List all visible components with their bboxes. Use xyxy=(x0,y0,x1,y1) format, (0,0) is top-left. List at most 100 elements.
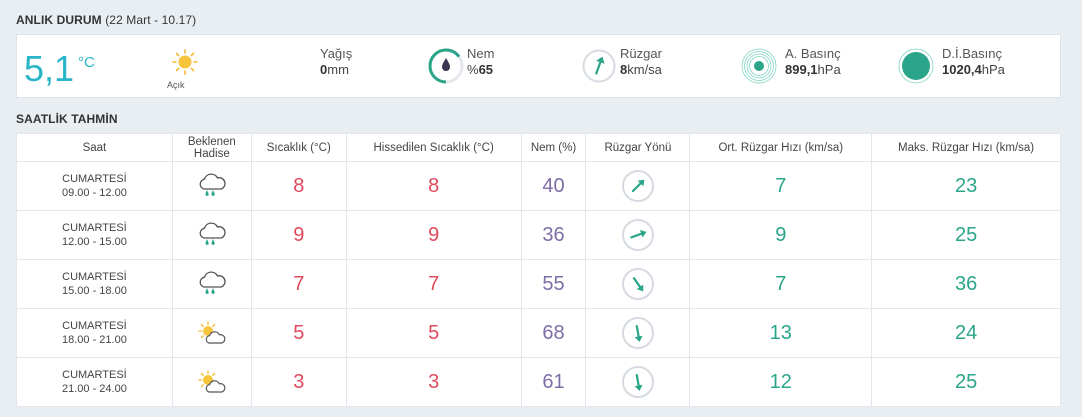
humidity-label: Nem xyxy=(467,46,495,61)
wind-arrow-icon xyxy=(621,366,654,398)
header-maks-ruzgar: Maks. Rüzgar Hızı (km/sa) xyxy=(871,133,1061,162)
row-avg-wind: 7 xyxy=(689,161,873,211)
row-time-cell: CUMARTESİ 18.00 - 21.00 xyxy=(16,308,173,358)
current-conditions-panel: 5,1 °C Açık Yağış 0mm Nem %65 Rüzgar 8km… xyxy=(16,34,1061,98)
wind-direction-icon xyxy=(582,49,616,83)
row-time-cell: CUMARTESİ 09.00 - 12.00 xyxy=(16,161,173,211)
partly-cloudy-icon xyxy=(198,321,226,344)
row-time: 12.00 - 15.00 xyxy=(62,236,127,248)
row-day: CUMARTESİ xyxy=(62,173,127,185)
current-title: ANLIK DURUM xyxy=(16,13,102,27)
row-wind-direction xyxy=(585,357,691,407)
row-max-wind: 24 xyxy=(871,308,1061,358)
row-icon-cell xyxy=(171,161,252,211)
row-humidity: 36 xyxy=(520,210,587,260)
sea-level-pressure-label: D.İ.Basınç xyxy=(942,46,1002,61)
sea-level-pressure-metric: D.İ.Basınç 1020,4hPa xyxy=(942,46,1005,77)
row-wind-direction xyxy=(585,210,691,260)
row-feels-like: 9 xyxy=(345,210,522,260)
row-feels-like: 3 xyxy=(345,357,522,407)
header-hadise-line1: Beklenen xyxy=(187,135,236,148)
row-max-wind: 25 xyxy=(871,210,1061,260)
row-wind-direction xyxy=(585,259,691,309)
row-time-cell: CUMARTESİ 21.00 - 24.00 xyxy=(16,357,173,407)
row-time: 15.00 - 18.00 xyxy=(62,285,127,297)
precipitation-label: Yağış xyxy=(320,46,353,61)
hourly-forecast-table: Saat Beklenen Hadise Sıcaklık (°C) Hissed… xyxy=(16,133,1061,407)
row-day: CUMARTESİ xyxy=(62,320,127,332)
rain-cloud-icon xyxy=(199,271,226,294)
current-subtitle: (22 Mart - 10.17) xyxy=(105,13,197,27)
current-temperature: 5,1 °C xyxy=(24,48,95,90)
row-humidity: 40 xyxy=(520,161,587,211)
row-humidity: 55 xyxy=(520,259,587,309)
partly-cloudy-icon xyxy=(198,370,226,393)
row-temperature: 7 xyxy=(250,259,347,309)
row-day: CUMARTESİ xyxy=(62,271,127,283)
row-temperature: 8 xyxy=(250,161,347,211)
row-icon-cell xyxy=(171,308,252,358)
row-avg-wind: 9 xyxy=(689,210,873,260)
header-saat: Saat xyxy=(16,133,173,162)
humidity-prefix: % xyxy=(467,62,479,77)
pressure-value: 899,1 xyxy=(785,62,818,77)
sea-level-pressure-icon xyxy=(898,48,934,84)
row-icon-cell xyxy=(171,357,252,407)
wind-unit: km/sa xyxy=(627,62,662,77)
wind-arrow-icon xyxy=(621,268,654,300)
header-ruzgar-yonu: Rüzgar Yönü xyxy=(585,133,691,162)
humidity-gauge-icon xyxy=(428,48,464,84)
current-temperature-unit: °C xyxy=(78,54,95,71)
precipitation-unit: mm xyxy=(327,62,349,77)
header-hadise-line2: Hadise xyxy=(193,147,230,160)
table-row: CUMARTESİ 18.00 - 21.00 5 5 68 13 24 xyxy=(16,308,1061,358)
current-condition-label: Açık xyxy=(167,80,185,90)
row-wind-direction xyxy=(585,161,691,211)
table-row: CUMARTESİ 21.00 - 24.00 3 3 61 12 25 xyxy=(16,357,1061,407)
row-icon-cell xyxy=(171,210,252,260)
row-time: 21.00 - 24.00 xyxy=(62,383,127,395)
table-row: CUMARTESİ 12.00 - 15.00 9 9 36 9 25 xyxy=(16,210,1061,260)
rain-cloud-icon xyxy=(199,173,226,196)
wind-label: Rüzgar xyxy=(620,46,662,61)
row-day: CUMARTESİ xyxy=(62,369,127,381)
wind-metric: Rüzgar 8km/sa xyxy=(620,46,662,77)
header-nem: Nem (%) xyxy=(520,133,587,162)
row-max-wind: 25 xyxy=(871,357,1061,407)
header-hadise: Beklenen Hadise xyxy=(171,133,252,162)
header-sicaklik: Sıcaklık (°C) xyxy=(250,133,347,162)
table-row: CUMARTESİ 15.00 - 18.00 7 7 55 7 36 xyxy=(16,259,1061,309)
humidity-metric: Nem %65 xyxy=(467,46,494,77)
row-temperature: 5 xyxy=(250,308,347,358)
rain-cloud-icon xyxy=(199,222,226,245)
pressure-unit: hPa xyxy=(817,62,841,77)
pressure-icon xyxy=(741,48,777,84)
pressure-metric: A. Basınç 899,1hPa xyxy=(785,46,841,77)
pressure-label: A. Basınç xyxy=(785,46,841,61)
sea-level-pressure-unit: hPa xyxy=(981,62,1005,77)
sun-icon xyxy=(172,49,198,75)
row-day: CUMARTESİ xyxy=(62,222,127,234)
sea-level-pressure-value: 1020,4 xyxy=(942,62,982,77)
row-temperature: 9 xyxy=(250,210,347,260)
humidity-value: 65 xyxy=(478,62,494,77)
row-feels-like: 8 xyxy=(345,161,522,211)
row-time: 09.00 - 12.00 xyxy=(62,187,127,199)
table-row: CUMARTESİ 09.00 - 12.00 8 8 40 7 23 xyxy=(16,161,1061,211)
row-time-cell: CUMARTESİ 15.00 - 18.00 xyxy=(16,259,173,309)
row-feels-like: 5 xyxy=(345,308,522,358)
header-ort-ruzgar: Ort. Rüzgar Hızı (km/sa) xyxy=(689,133,873,162)
current-temperature-value: 5,1 xyxy=(24,48,75,89)
row-max-wind: 36 xyxy=(871,259,1061,309)
row-avg-wind: 12 xyxy=(689,357,873,407)
row-max-wind: 23 xyxy=(871,161,1061,211)
precipitation-metric: Yağış 0mm xyxy=(320,46,352,77)
row-avg-wind: 7 xyxy=(689,259,873,309)
wind-arrow-icon xyxy=(621,170,654,202)
header-hissedilen: Hissedilen Sıcaklık (°C) xyxy=(345,133,522,162)
row-time: 18.00 - 21.00 xyxy=(62,334,127,346)
row-wind-direction xyxy=(585,308,691,358)
row-icon-cell xyxy=(171,259,252,309)
row-avg-wind: 13 xyxy=(689,308,873,358)
row-time-cell: CUMARTESİ 12.00 - 15.00 xyxy=(16,210,173,260)
